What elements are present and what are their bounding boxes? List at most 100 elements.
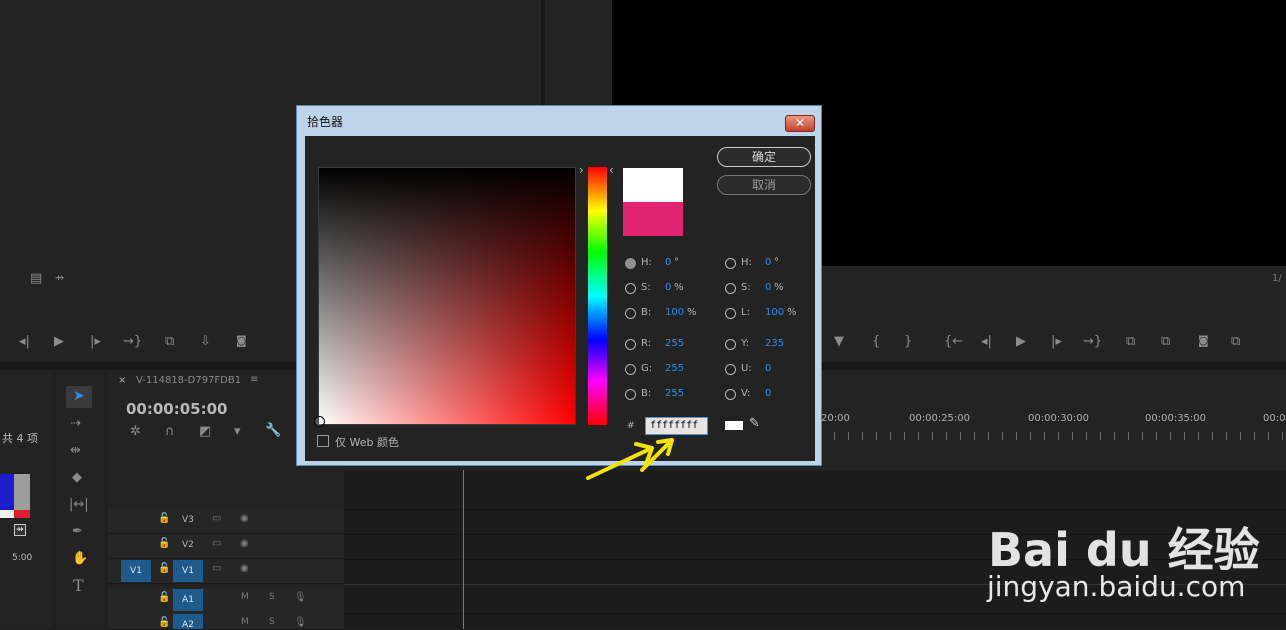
sync-lock-icon[interactable]: ▭ (212, 563, 221, 574)
yuv-u-value[interactable]: 0 (765, 363, 771, 374)
color-cursor[interactable] (314, 416, 325, 427)
hsl-s-radio[interactable] (725, 283, 736, 294)
lift-button[interactable]: ⧉ (1126, 334, 1135, 349)
track-header-v3[interactable]: 🔓 V3 ▭ ◉ (108, 509, 344, 534)
linked-selection-icon[interactable]: ◩ (199, 424, 211, 439)
hsb-b-value[interactable]: 100 (665, 307, 684, 318)
yuv-u-radio[interactable] (725, 364, 736, 375)
rgb-b-radio[interactable] (625, 389, 636, 400)
snap-icon[interactable]: ∩ (165, 424, 175, 439)
eyedropper-icon[interactable]: ✎ (749, 416, 760, 431)
mark-out-button[interactable]: } (904, 334, 912, 349)
yuv-v-value[interactable]: 0 (765, 388, 771, 399)
lock-icon[interactable]: 🔓 (158, 513, 170, 524)
insert-button[interactable]: ⧉ (165, 334, 174, 349)
hsb-s-value[interactable]: 0 (665, 282, 671, 293)
sync-lock-icon[interactable]: ▭ (212, 538, 221, 549)
mark-in-button[interactable]: { (872, 334, 880, 349)
yuv-v-radio[interactable] (725, 389, 736, 400)
step-back-button[interactable]: ◂| (19, 334, 30, 349)
sequence-tab[interactable]: V-114818-D797FDB1 (136, 375, 241, 386)
rgb-b-value[interactable]: 255 (665, 388, 684, 399)
hsl-h-value[interactable]: 0 (765, 257, 771, 268)
program-go-to-out-button[interactable]: →} (1083, 334, 1102, 349)
track-target-a2[interactable]: A2 (173, 614, 203, 629)
rgb-g-radio[interactable] (625, 364, 636, 375)
timeline-timecode[interactable]: 00:00:05:00 (126, 400, 228, 418)
slip-tool-icon[interactable]: |↔| (69, 497, 89, 512)
rgb-r-value[interactable]: 255 (665, 338, 684, 349)
mute-button[interactable]: M (241, 617, 249, 627)
ok-button[interactable]: 确定 (717, 147, 811, 167)
close-button[interactable]: ✕ (785, 115, 815, 132)
track-header-a1[interactable]: 🔓 A1 M S 🎙 (108, 588, 344, 614)
eye-icon[interactable]: ◉ (240, 513, 249, 524)
razor-tool-icon[interactable]: ◆ (72, 470, 82, 485)
playhead-line[interactable] (463, 470, 464, 629)
lock-icon[interactable]: 🔓 (158, 592, 170, 603)
selection-tool[interactable]: ➤ (66, 386, 92, 408)
insert-icon[interactable]: ⇸ (55, 271, 64, 284)
hsl-l-radio[interactable] (725, 308, 736, 319)
lock-icon[interactable]: 🔓 (158, 563, 170, 574)
microphone-icon[interactable]: 🎙 (294, 592, 307, 603)
solo-button[interactable]: S (269, 617, 275, 627)
track-header-a2[interactable]: A2 🔓 M S 🎙 (108, 613, 344, 630)
web-colors-only-checkbox[interactable] (317, 435, 329, 447)
mute-button[interactable]: M (241, 592, 249, 602)
rgb-g-value[interactable]: 255 (665, 363, 684, 374)
wrench-icon[interactable]: 🔧 (265, 423, 281, 438)
pen-tool-icon[interactable]: ✒ (72, 524, 83, 539)
program-step-forward-button[interactable]: |▸ (1051, 334, 1062, 349)
yuv-y-value[interactable]: 235 (765, 338, 784, 349)
hsb-h-value[interactable]: 0 (665, 257, 671, 268)
track-target-v1[interactable]: V1 (173, 560, 203, 582)
sequence-menu-icon[interactable]: ≡ (250, 374, 258, 385)
hsb-h-radio[interactable] (625, 258, 636, 269)
clip-thumbnail[interactable] (0, 474, 30, 518)
hsb-s-radio[interactable] (625, 283, 636, 294)
ripple-edit-tool-icon[interactable]: ⇹ (70, 443, 81, 458)
yuv-y-radio[interactable] (725, 339, 736, 350)
step-forward-button[interactable]: |▸ (90, 334, 101, 349)
eye-icon[interactable]: ◉ (240, 538, 249, 549)
program-step-back-button[interactable]: ◂| (981, 334, 992, 349)
close-sequence-icon[interactable]: × (118, 375, 126, 386)
export-frame-button[interactable]: ◙ (236, 334, 247, 347)
cancel-button[interactable]: 取消 (717, 175, 811, 195)
type-tool-icon[interactable]: T (73, 576, 84, 595)
play-button[interactable]: ▶ (54, 334, 64, 349)
add-marker-button[interactable]: ▼ (834, 334, 844, 349)
program-play-button[interactable]: ▶ (1016, 334, 1026, 349)
track-target-a1[interactable]: A1 (173, 589, 203, 611)
hsl-l-value[interactable]: 100 (765, 307, 784, 318)
overwrite-button[interactable]: ⇩ (200, 334, 211, 349)
hand-tool-icon[interactable]: ✋ (72, 551, 88, 566)
saturation-brightness-field[interactable] (314, 167, 576, 427)
hsl-h-radio[interactable] (725, 258, 736, 269)
extract-button[interactable]: ⧉ (1161, 334, 1170, 349)
go-to-in-button[interactable]: {← (944, 334, 963, 349)
compare-view-button[interactable]: ⧉ (1231, 334, 1240, 349)
track-header-v1[interactable]: V1 🔓 V1 ▭ ◉ (108, 559, 344, 584)
rgb-r-radio[interactable] (625, 339, 636, 350)
hsb-b-radio[interactable] (625, 308, 636, 319)
hsl-s-value[interactable]: 0 (765, 282, 771, 293)
track-header-v2[interactable]: 🔓 V2 ▭ ◉ (108, 534, 344, 559)
program-export-frame-button[interactable]: ◙ (1198, 334, 1209, 347)
lock-icon[interactable]: 🔓 (158, 538, 170, 549)
microphone-icon[interactable]: 🎙 (294, 617, 307, 628)
hue-slider[interactable] (588, 167, 607, 425)
track-select-tool-icon[interactable]: ⇢ (70, 416, 81, 431)
lock-icon[interactable]: 🔓 (158, 617, 170, 628)
original-color-swatch[interactable] (623, 202, 683, 236)
time-ruler[interactable] (820, 432, 1286, 440)
web-safe-swatch[interactable] (725, 421, 743, 430)
solo-button[interactable]: S (269, 592, 275, 602)
source-patch-v1[interactable]: V1 (121, 560, 151, 582)
add-marker-icon[interactable]: ▾ (234, 424, 241, 439)
sync-lock-icon[interactable]: ▭ (212, 513, 221, 524)
safe-margins-icon[interactable]: ▤ (30, 271, 42, 286)
nest-icon[interactable]: ✲ (130, 424, 141, 439)
eye-icon[interactable]: ◉ (240, 563, 249, 574)
